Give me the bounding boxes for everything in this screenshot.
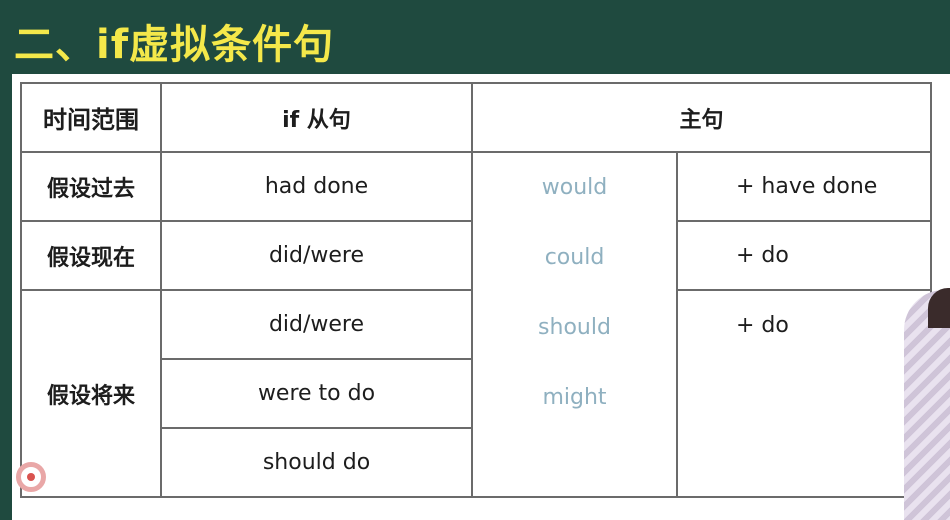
modal-verbs-cell: would could should might: [471, 151, 678, 498]
main-past: + have done: [676, 151, 932, 222]
header-main-clause: 主句: [471, 82, 932, 153]
main-present: + do: [676, 220, 932, 291]
row-past: 假设过去 had done would could should might +…: [20, 151, 932, 498]
modal-would: would: [541, 175, 608, 200]
modal-might: might: [542, 385, 607, 410]
main-future: + do: [676, 289, 932, 498]
logo-icon: [16, 462, 46, 492]
if-future-1: did/were: [160, 289, 473, 360]
label-past: 假设过去: [20, 151, 162, 222]
table-panel: 时间范围 if 从句 主句 假设过去 had done would could …: [12, 74, 950, 520]
if-future-2: were to do: [160, 358, 473, 429]
header-if-clause: if 从句: [160, 82, 473, 153]
if-future-3: should do: [160, 427, 473, 498]
modal-should: should: [538, 315, 611, 340]
label-present: 假设现在: [20, 220, 162, 291]
header-time-range: 时间范围: [20, 82, 162, 153]
if-present: did/were: [160, 220, 473, 291]
if-past: had done: [160, 151, 473, 222]
modal-could: could: [544, 245, 605, 270]
conditional-table: 时间范围 if 从句 主句 假设过去 had done would could …: [20, 82, 932, 498]
header-row: 时间范围 if 从句 主句: [20, 82, 932, 153]
slide-title: 二、if虚拟条件句: [14, 22, 335, 68]
